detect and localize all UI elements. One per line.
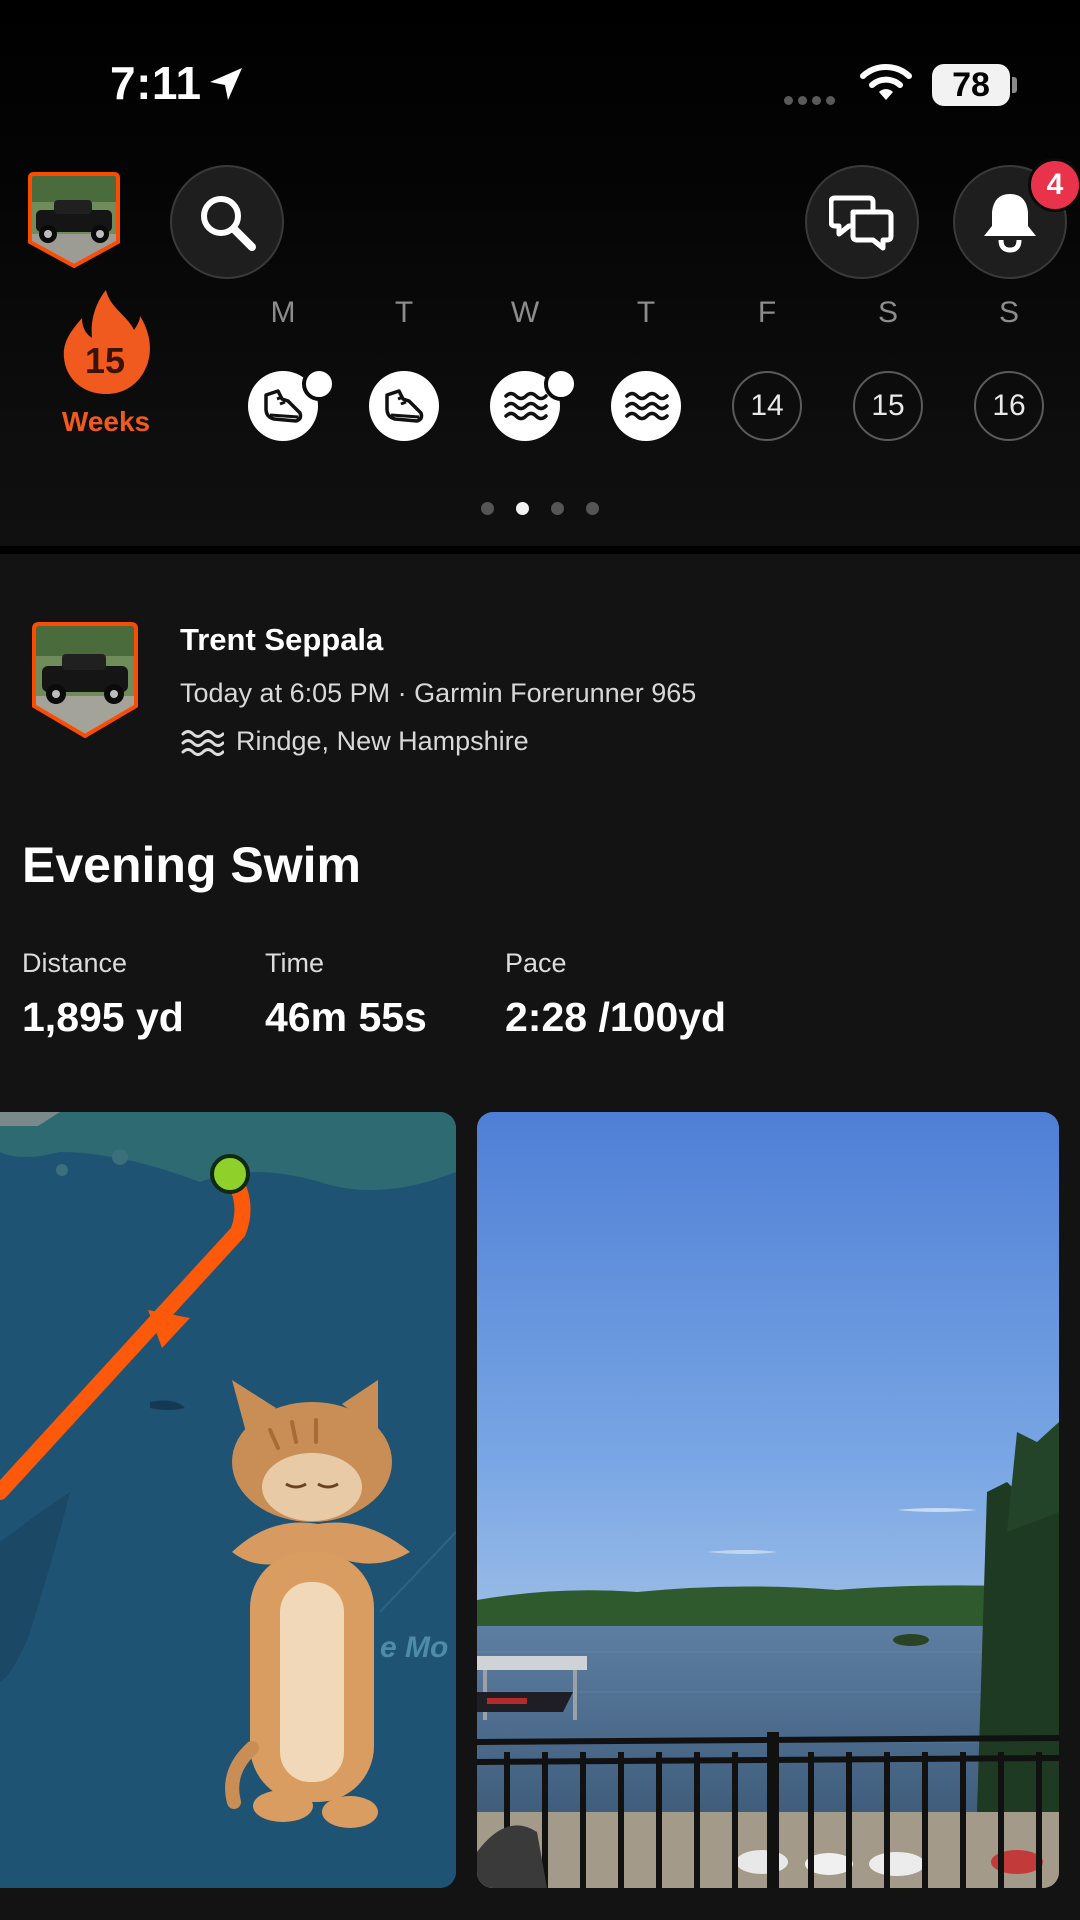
activity-title[interactable]: Evening Swim <box>22 836 361 894</box>
shoe-icon <box>385 389 424 423</box>
stat-label-pace: Pace <box>505 948 567 978</box>
start-marker <box>210 1154 250 1194</box>
day-letter-sat: S <box>877 296 898 329</box>
shoe-icon <box>264 389 303 423</box>
activity-location: Rindge, New Hampshire <box>236 726 529 756</box>
day-letter-fri: F <box>757 296 777 329</box>
athlete-avatar[interactable] <box>32 622 138 738</box>
swim-icon <box>625 391 669 421</box>
stat-label-distance: Distance <box>22 948 128 978</box>
location-arrow-icon <box>210 68 242 100</box>
pine-tree <box>977 1482 1059 1812</box>
day-letter-tue: T <box>394 296 414 329</box>
status-time: 7:11 <box>110 57 202 109</box>
pager-dot[interactable] <box>551 502 564 515</box>
stat-value-time: 46m 55s <box>265 994 427 1040</box>
swim-icon <box>181 730 224 756</box>
small-island <box>893 1634 929 1646</box>
map-feature <box>112 1149 128 1165</box>
battery-indicator: 78 <box>932 64 1010 106</box>
swim-icon <box>504 391 548 421</box>
stat-value-pace: 2:28 /100yd <box>505 994 727 1040</box>
stat-label-time: Time <box>265 948 324 978</box>
athlete-name[interactable]: Trent Seppala <box>180 622 383 658</box>
day-letter-mon: M <box>270 296 296 329</box>
activity-meta: Today at 6:05 PM · Garmin Forerunner 965 <box>180 678 697 708</box>
chat-icon <box>829 195 894 251</box>
activity-photo[interactable] <box>477 1112 1059 1888</box>
battery-cap <box>1012 77 1017 93</box>
search-icon <box>201 196 256 251</box>
day-sun-date[interactable]: 16 <box>974 371 1044 441</box>
streak-count: 15 <box>84 340 126 381</box>
pager-dot-active[interactable] <box>516 502 529 515</box>
section-divider <box>0 546 1080 554</box>
search-button[interactable] <box>170 165 284 279</box>
new-activity-dot <box>302 367 336 401</box>
pager-dot[interactable] <box>586 502 599 515</box>
messages-button[interactable] <box>805 165 919 279</box>
day-tue-activity[interactable] <box>369 371 439 441</box>
pager-dot[interactable] <box>481 502 494 515</box>
cell-signal-icon <box>784 92 840 110</box>
new-activity-dot <box>544 367 578 401</box>
day-fri-date[interactable]: 14 <box>732 371 802 441</box>
route-map[interactable]: e Mo <box>0 1112 456 1888</box>
streak-label: Weeks <box>61 406 151 437</box>
stat-value-distance: 1,895 yd <box>22 994 184 1040</box>
wifi-icon <box>860 64 912 100</box>
map-feature <box>56 1164 68 1176</box>
day-sat-date[interactable]: 15 <box>853 371 923 441</box>
notification-count-badge: 4 <box>1028 158 1080 212</box>
day-letter-wed: W <box>510 296 540 329</box>
day-thu-activity[interactable] <box>611 371 681 441</box>
day-letter-sun: S <box>998 296 1019 329</box>
bell-icon <box>984 194 1036 253</box>
treeline <box>477 1585 1059 1632</box>
profile-avatar[interactable] <box>28 172 120 268</box>
map-place-label: e Mo <box>380 1631 448 1664</box>
day-letter-thu: T <box>636 296 656 329</box>
